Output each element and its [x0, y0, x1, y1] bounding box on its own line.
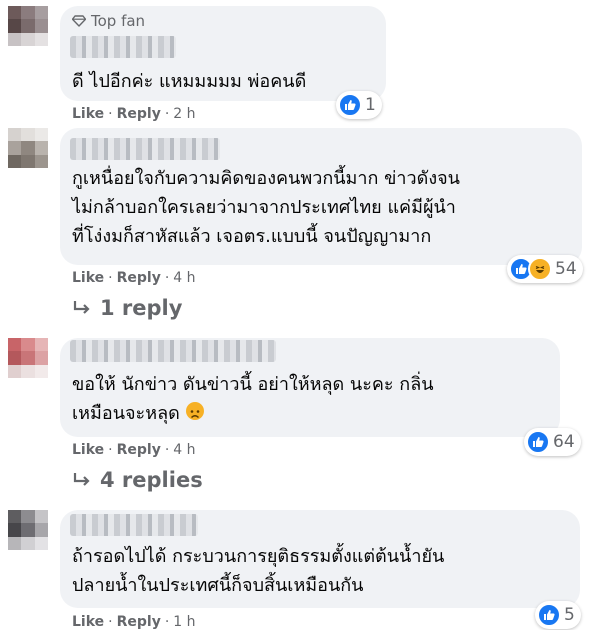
diamond-icon — [72, 15, 86, 27]
like-link[interactable]: Like — [72, 442, 104, 458]
separator-dot: · — [164, 270, 170, 286]
separator-dot: · — [108, 106, 113, 122]
sad-face-emoji-icon — [185, 402, 204, 420]
like-reaction-icon — [526, 430, 550, 454]
replies-count-label: 1 reply — [100, 296, 183, 320]
separator-dot: · — [108, 270, 113, 286]
reply-link[interactable]: Reply — [117, 106, 161, 122]
timestamp-link[interactable]: 4 h — [173, 442, 195, 458]
view-replies-link[interactable]: 4 replies — [72, 468, 203, 492]
comment-bubble: กูเหนื่อยใจกับความคิดของคนพวกนี้มาก ข่าว… — [60, 128, 582, 265]
reply-arrow-icon — [73, 301, 90, 314]
view-replies-link[interactable]: 1 reply — [72, 296, 182, 320]
reaction-summary[interactable]: 54 — [507, 255, 583, 283]
reaction-summary[interactable]: 64 — [524, 428, 581, 456]
comment-actions: Like · Reply · 4 h — [72, 442, 196, 458]
comment-text: ถ้ารอดไปได้ กระบวนการยุติธรรมตั้งแต่ต้นน… — [72, 546, 445, 596]
like-link[interactable]: Like — [72, 106, 104, 122]
reaction-summary[interactable]: 5 — [535, 601, 581, 629]
like-link[interactable]: Like — [72, 614, 104, 630]
reply-link[interactable]: Reply — [117, 614, 161, 630]
reaction-count: 54 — [555, 259, 577, 279]
comment-actions: Like · Reply · 4 h — [72, 270, 196, 286]
reaction-count: 5 — [564, 605, 575, 625]
separator-dot: · — [164, 442, 170, 458]
comment-text: ดี ไปอีกค่ะ แหมมมมม พ่อคนดี — [72, 71, 307, 92]
avatar[interactable] — [8, 128, 48, 168]
separator-dot: · — [164, 106, 170, 122]
comment-text: ขอให้ นักข่าว ดันข่าวนี้ อย่าให้หลุด นะค… — [72, 374, 434, 424]
separator-dot: · — [108, 442, 113, 458]
haha-reaction-icon — [528, 257, 552, 281]
avatar[interactable] — [8, 510, 48, 550]
like-link[interactable]: Like — [72, 270, 104, 286]
comment-text: กูเหนื่อยใจกับความคิดของคนพวกนี้มาก ข่าว… — [72, 168, 460, 247]
like-reaction-icon — [338, 93, 362, 117]
avatar[interactable] — [8, 6, 48, 46]
separator-dot: · — [164, 614, 170, 630]
timestamp-link[interactable]: 2 h — [173, 106, 195, 122]
reply-arrow-icon — [73, 473, 90, 486]
like-reaction-icon — [537, 603, 561, 627]
timestamp-link[interactable]: 1 h — [173, 614, 195, 630]
commenter-name-blurred[interactable] — [70, 138, 220, 160]
reply-link[interactable]: Reply — [117, 442, 161, 458]
avatar[interactable] — [8, 338, 48, 378]
comment-actions: Like · Reply · 1 h — [72, 614, 196, 630]
top-fan-label: Top fan — [91, 12, 146, 30]
separator-dot: · — [108, 614, 113, 630]
comment-bubble: Top fan ดี ไปอีกค่ะ แหมมมมม พ่อคนดี — [60, 6, 386, 101]
commenter-name-blurred[interactable] — [70, 514, 198, 536]
timestamp-link[interactable]: 4 h — [173, 270, 195, 286]
comment-bubble: ถ้ารอดไปได้ กระบวนการยุติธรรมตั้งแต่ต้นน… — [60, 510, 580, 608]
replies-count-label: 4 replies — [100, 468, 203, 492]
reaction-count: 64 — [553, 432, 575, 452]
reaction-summary[interactable]: 1 — [336, 91, 382, 119]
reply-link[interactable]: Reply — [117, 270, 161, 286]
reaction-count: 1 — [365, 95, 376, 115]
comment-actions: Like · Reply · 2 h — [72, 106, 196, 122]
top-fan-badge: Top fan — [72, 12, 145, 30]
comment-bubble: ขอให้ นักข่าว ดันข่าวนี้ อย่าให้หลุด นะค… — [60, 338, 560, 437]
commenter-name-blurred[interactable] — [70, 340, 276, 362]
commenter-name-blurred[interactable] — [70, 36, 176, 58]
